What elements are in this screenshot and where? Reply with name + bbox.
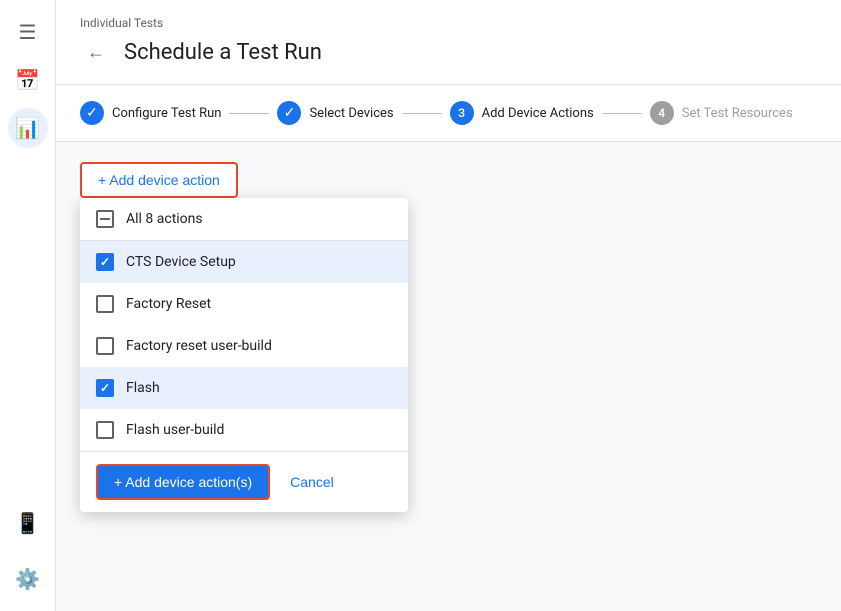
dropdown-item-label-factory-reset-user: Factory reset user-build xyxy=(126,338,272,354)
stepper: ✓ Configure Test Run ✓ Select Devices 3 … xyxy=(56,85,841,142)
checkbox-factory-reset-user[interactable] xyxy=(96,337,114,355)
checkbox-factory-reset[interactable] xyxy=(96,295,114,313)
dropdown-item-factory-reset-user[interactable]: Factory reset user-build xyxy=(80,325,408,367)
dropdown-footer: + Add device action(s) Cancel xyxy=(80,451,408,512)
sidebar-item-device[interactable]: 📱 xyxy=(8,503,48,543)
step-label-configure: Configure Test Run xyxy=(112,106,221,121)
device-icon: 📱 xyxy=(15,511,40,535)
step-connector-1 xyxy=(229,113,269,114)
checkbox-cts[interactable]: ✓ xyxy=(96,253,114,271)
dropdown-item-flash-user[interactable]: Flash user-build xyxy=(80,409,408,451)
breadcrumb: Individual Tests xyxy=(80,16,817,30)
step-label-set-resources: Set Test Resources xyxy=(682,106,793,121)
content-area: + Add device action All 8 actions ✓ xyxy=(56,142,841,611)
step-add-actions: 3 Add Device Actions xyxy=(450,101,594,125)
step-label-add-actions: Add Device Actions xyxy=(482,106,594,121)
dropdown-item-label-flash: Flash xyxy=(126,380,160,396)
page-title: Schedule a Test Run xyxy=(124,40,322,65)
main-content: Individual Tests ← Schedule a Test Run ✓… xyxy=(56,0,841,611)
dropdown-item-all[interactable]: All 8 actions xyxy=(80,198,408,240)
step-connector-2 xyxy=(402,113,442,114)
check-mark-flash: ✓ xyxy=(100,381,110,395)
step-configure: ✓ Configure Test Run xyxy=(80,101,221,125)
step-circle-select-devices: ✓ xyxy=(277,101,301,125)
sidebar: ☰ 📅 📊 📱 ⚙️ xyxy=(0,0,56,611)
header: Individual Tests ← Schedule a Test Run xyxy=(56,0,841,85)
step-connector-3 xyxy=(602,113,642,114)
check-icon-1: ✓ xyxy=(86,105,98,121)
dropdown-item-cts[interactable]: ✓ CTS Device Setup xyxy=(80,241,408,283)
tasks-icon: ☰ xyxy=(19,20,37,44)
step-select-devices: ✓ Select Devices xyxy=(277,101,393,125)
checkbox-all[interactable] xyxy=(96,210,114,228)
check-icon-2: ✓ xyxy=(284,105,296,121)
dropdown-item-label-all: All 8 actions xyxy=(126,211,203,227)
sidebar-item-tasks[interactable]: ☰ xyxy=(8,12,48,52)
step-circle-configure: ✓ xyxy=(80,101,104,125)
sidebar-item-analytics[interactable]: 📊 xyxy=(8,108,48,148)
calendar-icon: 📅 xyxy=(15,68,40,92)
step-set-resources: 4 Set Test Resources xyxy=(650,101,793,125)
sidebar-item-calendar[interactable]: 📅 xyxy=(8,60,48,100)
settings-icon: ⚙️ xyxy=(15,567,40,591)
cancel-button[interactable]: Cancel xyxy=(286,466,338,498)
step-circle-add-actions: 3 xyxy=(450,101,474,125)
device-action-dropdown: All 8 actions ✓ CTS Device Setup Factory… xyxy=(80,198,408,512)
checkbox-flash[interactable]: ✓ xyxy=(96,379,114,397)
add-device-action-button[interactable]: + Add device action xyxy=(80,162,238,198)
dropdown-item-label-flash-user: Flash user-build xyxy=(126,422,224,438)
indeterminate-dash xyxy=(100,218,110,220)
dropdown-item-factory-reset[interactable]: Factory Reset xyxy=(80,283,408,325)
dropdown-item-label-cts: CTS Device Setup xyxy=(126,254,236,270)
checkbox-flash-user[interactable] xyxy=(96,421,114,439)
add-device-actions-button[interactable]: + Add device action(s) xyxy=(96,464,270,500)
analytics-icon: 📊 xyxy=(15,116,40,140)
step-circle-set-resources: 4 xyxy=(650,101,674,125)
dropdown-item-flash[interactable]: ✓ Flash xyxy=(80,367,408,409)
dropdown-item-label-factory-reset: Factory Reset xyxy=(126,296,211,312)
sidebar-item-settings[interactable]: ⚙️ xyxy=(8,559,48,599)
dropdown-list: All 8 actions ✓ CTS Device Setup Factory… xyxy=(80,198,408,451)
step-label-select-devices: Select Devices xyxy=(309,106,393,121)
page-title-row: ← Schedule a Test Run xyxy=(80,36,817,68)
check-mark-cts: ✓ xyxy=(100,255,110,269)
back-button[interactable]: ← xyxy=(80,36,112,68)
